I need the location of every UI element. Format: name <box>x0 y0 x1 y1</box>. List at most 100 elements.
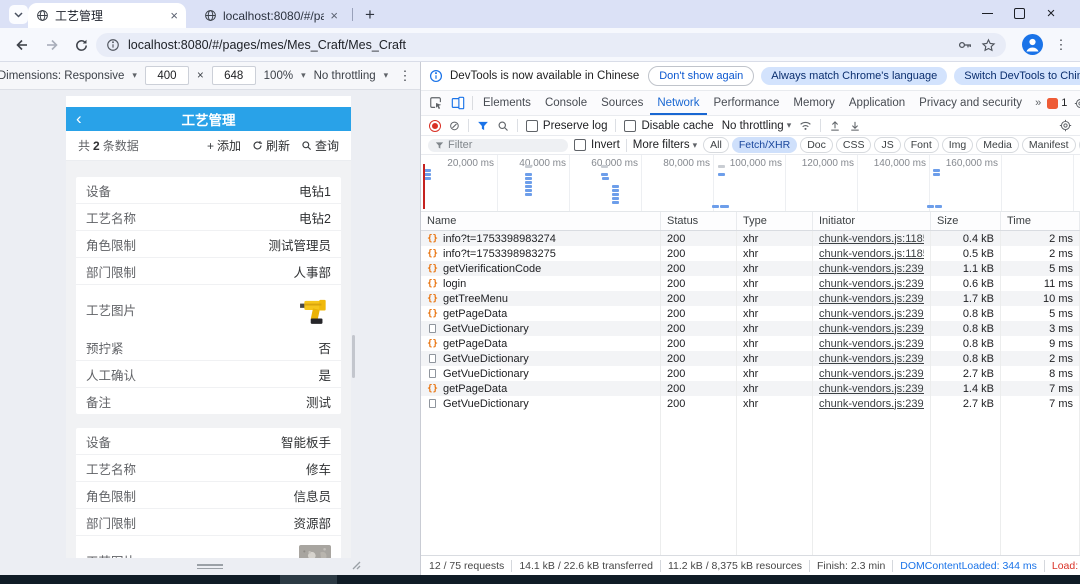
search-button[interactable]: 查询 <box>301 137 339 154</box>
record-network-log-button[interactable] <box>429 120 441 132</box>
column-header[interactable]: Type <box>737 212 813 230</box>
refresh-button[interactable]: 刷新 <box>252 137 290 154</box>
request-type-filter-pill[interactable]: All <box>703 137 729 153</box>
zoom-select[interactable]: 100% <box>264 70 293 82</box>
devtools-tab[interactable]: Memory <box>786 91 842 115</box>
field-row[interactable]: 备注 测试 <box>76 387 341 414</box>
toggle-device-toolbar-icon[interactable] <box>447 91 469 115</box>
device-toolbar-menu-icon[interactable]: ⋮ <box>396 66 414 86</box>
network-request-row[interactable]: {}GetVueDictionary 200 xhr chunk-vendors… <box>421 396 1080 411</box>
browser-menu-icon[interactable]: ⋮ <box>1052 35 1070 55</box>
browser-tab-inactive[interactable]: localhost:8080/#/pages/men × <box>196 3 346 28</box>
inspect-element-icon[interactable] <box>425 91 447 115</box>
request-type-filter-pill[interactable]: Media <box>976 137 1019 153</box>
network-request-row[interactable]: {}info?t=1753398983275 200 xhr chunk-ven… <box>421 246 1080 261</box>
initiator-link[interactable]: chunk-vendors.js:23954 <box>819 293 924 305</box>
field-row[interactable]: 设备 电钻1 <box>76 177 341 203</box>
site-info-icon[interactable] <box>106 38 120 52</box>
image-field-row[interactable]: 工艺图片 <box>76 284 341 334</box>
tab-close-icon[interactable]: × <box>330 9 338 22</box>
network-request-row[interactable]: {}GetVueDictionary 200 xhr chunk-vendors… <box>421 321 1080 336</box>
network-overview-timeline[interactable]: 20,000 ms 40,000 ms 60,000 ms 80,000 ms … <box>421 155 1080 212</box>
network-request-row[interactable]: {}getVierificationCode 200 xhr chunk-ven… <box>421 261 1080 276</box>
request-type-filter-pill[interactable]: Font <box>904 137 939 153</box>
network-request-row[interactable]: {}info?t=1753398983274 200 xhr chunk-ven… <box>421 231 1080 246</box>
resize-handle-horizontal[interactable] <box>197 564 223 570</box>
browser-tab-active[interactable]: 工艺管理 × <box>28 3 186 28</box>
devtools-tab[interactable]: Console <box>538 91 594 115</box>
dont-show-again-button[interactable]: Don't show again <box>648 66 754 86</box>
network-settings-gear-icon[interactable] <box>1059 119 1072 132</box>
request-type-filter-pill[interactable]: JS <box>874 137 900 153</box>
network-conditions-icon[interactable] <box>799 119 812 132</box>
field-row[interactable]: 设备 智能板手 <box>76 428 341 454</box>
filter-input[interactable]: Filter <box>428 139 568 152</box>
more-filters-dropdown[interactable]: More filters▾ <box>633 139 697 151</box>
viewport-height-input[interactable] <box>212 66 256 85</box>
forward-button[interactable] <box>42 35 62 55</box>
invert-checkbox[interactable]: Invert <box>574 139 620 151</box>
chevron-down-icon[interactable]: ▾ <box>132 70 137 81</box>
request-type-filter-pill[interactable]: Manifest <box>1022 137 1076 153</box>
request-type-filter-pill[interactable]: Fetch/XHR <box>732 137 797 153</box>
devtools-tab[interactable]: Privacy and security <box>912 91 1029 115</box>
request-type-filter-pill[interactable]: Doc <box>800 137 833 153</box>
devtools-tab[interactable]: Sources <box>594 91 650 115</box>
password-key-icon[interactable] <box>957 37 973 53</box>
tab-search-button[interactable] <box>9 5 28 24</box>
app-back-button[interactable]: ‹ <box>76 107 82 131</box>
address-bar[interactable]: localhost:8080/#/pages/mes/Mes_Craft/Mes… <box>96 33 1006 57</box>
add-button[interactable]: + 添加 <box>207 137 241 154</box>
image-field-row[interactable]: 工艺图片 <box>76 535 341 558</box>
column-header[interactable]: Size <box>931 212 1001 230</box>
disable-cache-checkbox[interactable]: Disable cache <box>624 120 713 132</box>
initiator-link[interactable]: chunk-vendors.js:23954 <box>819 353 924 365</box>
devtools-tab[interactable]: Application <box>842 91 912 115</box>
clear-network-log-icon[interactable]: ⊘ <box>449 119 460 132</box>
settings-gear-icon[interactable] <box>1074 97 1080 110</box>
devtools-tab[interactable]: Network <box>650 91 706 115</box>
field-row[interactable]: 人工确认 是 <box>76 360 341 387</box>
network-request-row[interactable]: {}getPageData 200 xhr chunk-vendors.js:2… <box>421 381 1080 396</box>
chevron-down-icon[interactable]: ▾ <box>384 70 389 81</box>
initiator-link[interactable]: chunk-vendors.js:11858 <box>819 248 924 260</box>
filter-funnel-icon[interactable] <box>477 120 489 132</box>
window-maximize-button[interactable] <box>1004 0 1034 27</box>
throttling-select[interactable]: No throttling <box>314 70 376 82</box>
devtools-tab[interactable]: Performance <box>707 91 787 115</box>
new-tab-button[interactable]: + <box>358 3 382 27</box>
column-header[interactable]: Time <box>1001 212 1080 230</box>
initiator-link[interactable]: chunk-vendors.js:23954 <box>819 278 924 290</box>
drill-image[interactable] <box>299 294 331 326</box>
export-har-icon[interactable] <box>829 120 841 132</box>
resize-handle-corner[interactable] <box>350 559 361 570</box>
field-row[interactable]: 预拧紧 否 <box>76 334 341 360</box>
back-button[interactable] <box>12 35 32 55</box>
field-row[interactable]: 角色限制 测试管理员 <box>76 230 341 257</box>
network-request-row[interactable]: {}GetVueDictionary 200 xhr chunk-vendors… <box>421 366 1080 381</box>
search-network-icon[interactable] <box>497 120 509 132</box>
field-row[interactable]: 部门限制 人事部 <box>76 257 341 284</box>
initiator-link[interactable]: chunk-vendors.js:23954 <box>819 398 924 410</box>
network-request-row[interactable]: {}GetVueDictionary 200 xhr chunk-vendors… <box>421 351 1080 366</box>
initiator-link[interactable]: chunk-vendors.js:23954 <box>819 338 924 350</box>
squirrel-image[interactable] <box>299 545 331 559</box>
match-language-button[interactable]: Always match Chrome's language <box>761 67 947 85</box>
column-header[interactable]: Name <box>421 212 661 230</box>
network-request-row[interactable]: {}getTreeMenu 200 xhr chunk-vendors.js:2… <box>421 291 1080 306</box>
column-header[interactable]: Initiator <box>813 212 931 230</box>
profile-avatar[interactable] <box>1022 34 1043 55</box>
field-row[interactable]: 工艺名称 修车 <box>76 454 341 481</box>
preserve-log-checkbox[interactable]: Preserve log <box>526 120 608 132</box>
reload-button[interactable] <box>71 35 91 55</box>
initiator-link[interactable]: chunk-vendors.js:11858 <box>819 233 924 245</box>
field-row[interactable]: 部门限制 资源部 <box>76 508 341 535</box>
network-request-row[interactable]: {}getPageData 200 xhr chunk-vendors.js:2… <box>421 336 1080 351</box>
initiator-link[interactable]: chunk-vendors.js:23954 <box>819 308 924 320</box>
viewport-scrollbar[interactable] <box>352 335 355 378</box>
window-minimize-button[interactable] <box>972 0 1002 27</box>
devtools-tab[interactable]: Elements <box>476 91 538 115</box>
field-row[interactable]: 工艺名称 电钻2 <box>76 203 341 230</box>
issues-badge[interactable]: 1 <box>1047 97 1067 109</box>
initiator-link[interactable]: chunk-vendors.js:23954 <box>819 323 924 335</box>
